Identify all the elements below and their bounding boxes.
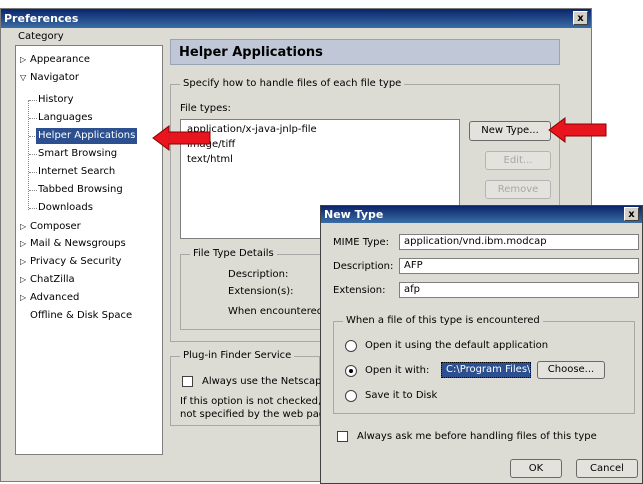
- tree-item-helper-applications[interactable]: Helper Applications: [36, 128, 138, 144]
- triangle-right-icon[interactable]: ▷: [20, 236, 30, 252]
- tree-item-chatzilla[interactable]: ▷ ChatZilla: [20, 272, 75, 288]
- tree-item-languages[interactable]: Languages: [38, 110, 93, 126]
- triangle-right-icon[interactable]: ▷: [20, 219, 30, 235]
- always-ask-label: Always ask me before handling files of t…: [357, 431, 597, 442]
- plugin-finder-title: Plug-in Finder Service: [180, 350, 295, 361]
- red-arrow-icon: [548, 117, 607, 143]
- radio-default-application[interactable]: [345, 340, 357, 352]
- plugin-note-line2: not specified by the web pag: [180, 409, 326, 420]
- tree-guide-line: [28, 100, 29, 210]
- tree-branch: [29, 208, 37, 209]
- tree-item-privacy-security[interactable]: ▷ Privacy & Security: [20, 254, 121, 270]
- edit-button[interactable]: Edit...: [485, 151, 551, 170]
- new-type-dialog: New Type x MIME Type: application/vnd.ib…: [320, 205, 643, 484]
- tree-item-tabbed-browsing[interactable]: Tabbed Browsing: [38, 182, 123, 198]
- tree-branch: [29, 100, 37, 101]
- plugin-checkbox[interactable]: [182, 376, 193, 387]
- mime-type-label: MIME Type:: [333, 237, 390, 248]
- triangle-right-icon[interactable]: ▷: [20, 272, 30, 288]
- when-encountered-label: When encountered: [228, 306, 324, 317]
- radio-save-label: Save it to Disk: [365, 390, 438, 401]
- extension-field-label: Extension:: [333, 285, 386, 296]
- tree-branch: [29, 118, 37, 119]
- category-label: Category: [18, 31, 64, 42]
- triangle-right-icon[interactable]: ▷: [20, 254, 30, 270]
- file-types-group-title: Specify how to handle files of each file…: [180, 78, 405, 89]
- window-close-button[interactable]: x: [573, 11, 588, 25]
- tree-item-navigator[interactable]: ▽ Navigator: [20, 70, 79, 86]
- triangle-right-icon[interactable]: ▷: [20, 290, 30, 306]
- description-label: Description:: [228, 269, 289, 280]
- triangle-right-icon[interactable]: ▷: [20, 52, 30, 68]
- dialog-close-button[interactable]: x: [624, 207, 639, 221]
- tree-item-history[interactable]: History: [38, 92, 74, 108]
- radio-default-label: Open it using the default application: [365, 340, 549, 351]
- tree-branch: [29, 154, 37, 155]
- extension-field[interactable]: afp: [399, 282, 639, 298]
- panel-title: Helper Applications: [170, 39, 560, 65]
- radio-open-with-label: Open it with:: [365, 365, 430, 376]
- when-encountered-title: When a file of this type is encountered: [343, 315, 543, 326]
- always-ask-checkbox[interactable]: [337, 431, 348, 442]
- description-field-label: Description:: [333, 261, 394, 272]
- dialog-titlebar[interactable]: New Type x: [321, 206, 642, 223]
- plugin-note-line1: If this option is not checked, t: [180, 396, 329, 407]
- open-with-path[interactable]: C:\Program Files\IBM: [441, 362, 531, 378]
- radio-open-with[interactable]: [345, 365, 357, 377]
- tree-branch: [29, 190, 37, 191]
- tree-item-appearance[interactable]: ▷ Appearance: [20, 52, 90, 68]
- tree-item-advanced[interactable]: ▷ Advanced: [20, 290, 79, 306]
- tree-item-offline-disk-space[interactable]: Offline & Disk Space: [30, 308, 132, 324]
- file-types-label: File types:: [180, 103, 231, 114]
- triangle-down-icon[interactable]: ▽: [20, 70, 30, 86]
- tree-branch: [29, 172, 37, 173]
- cancel-button[interactable]: Cancel: [576, 459, 638, 478]
- red-arrow-icon: [152, 125, 211, 151]
- preferences-titlebar[interactable]: Preferences x: [1, 9, 591, 28]
- ok-button[interactable]: OK: [510, 459, 562, 478]
- remove-button[interactable]: Remove: [485, 180, 551, 199]
- file-type-details-title: File Type Details: [190, 248, 277, 259]
- tree-item-smart-browsing[interactable]: Smart Browsing: [38, 146, 117, 162]
- tree-item-mail-newsgroups[interactable]: ▷ Mail & Newsgroups: [20, 236, 126, 252]
- new-type-button[interactable]: New Type...: [469, 121, 551, 141]
- tree-item-composer[interactable]: ▷ Composer: [20, 219, 81, 235]
- dialog-title: New Type: [324, 208, 384, 221]
- list-item[interactable]: text/html: [187, 153, 233, 167]
- extensions-label: Extension(s):: [228, 286, 294, 297]
- tree-item-internet-search[interactable]: Internet Search: [38, 164, 115, 180]
- tree-item-downloads[interactable]: Downloads: [38, 200, 93, 216]
- mime-type-field[interactable]: application/vnd.ibm.modcap: [399, 234, 639, 250]
- choose-button[interactable]: Choose...: [537, 361, 605, 379]
- plugin-checkbox-label: Always use the Netscape: [202, 376, 328, 387]
- radio-save-to-disk[interactable]: [345, 390, 357, 402]
- window-title: Preferences: [4, 12, 79, 25]
- description-field[interactable]: AFP: [399, 258, 639, 274]
